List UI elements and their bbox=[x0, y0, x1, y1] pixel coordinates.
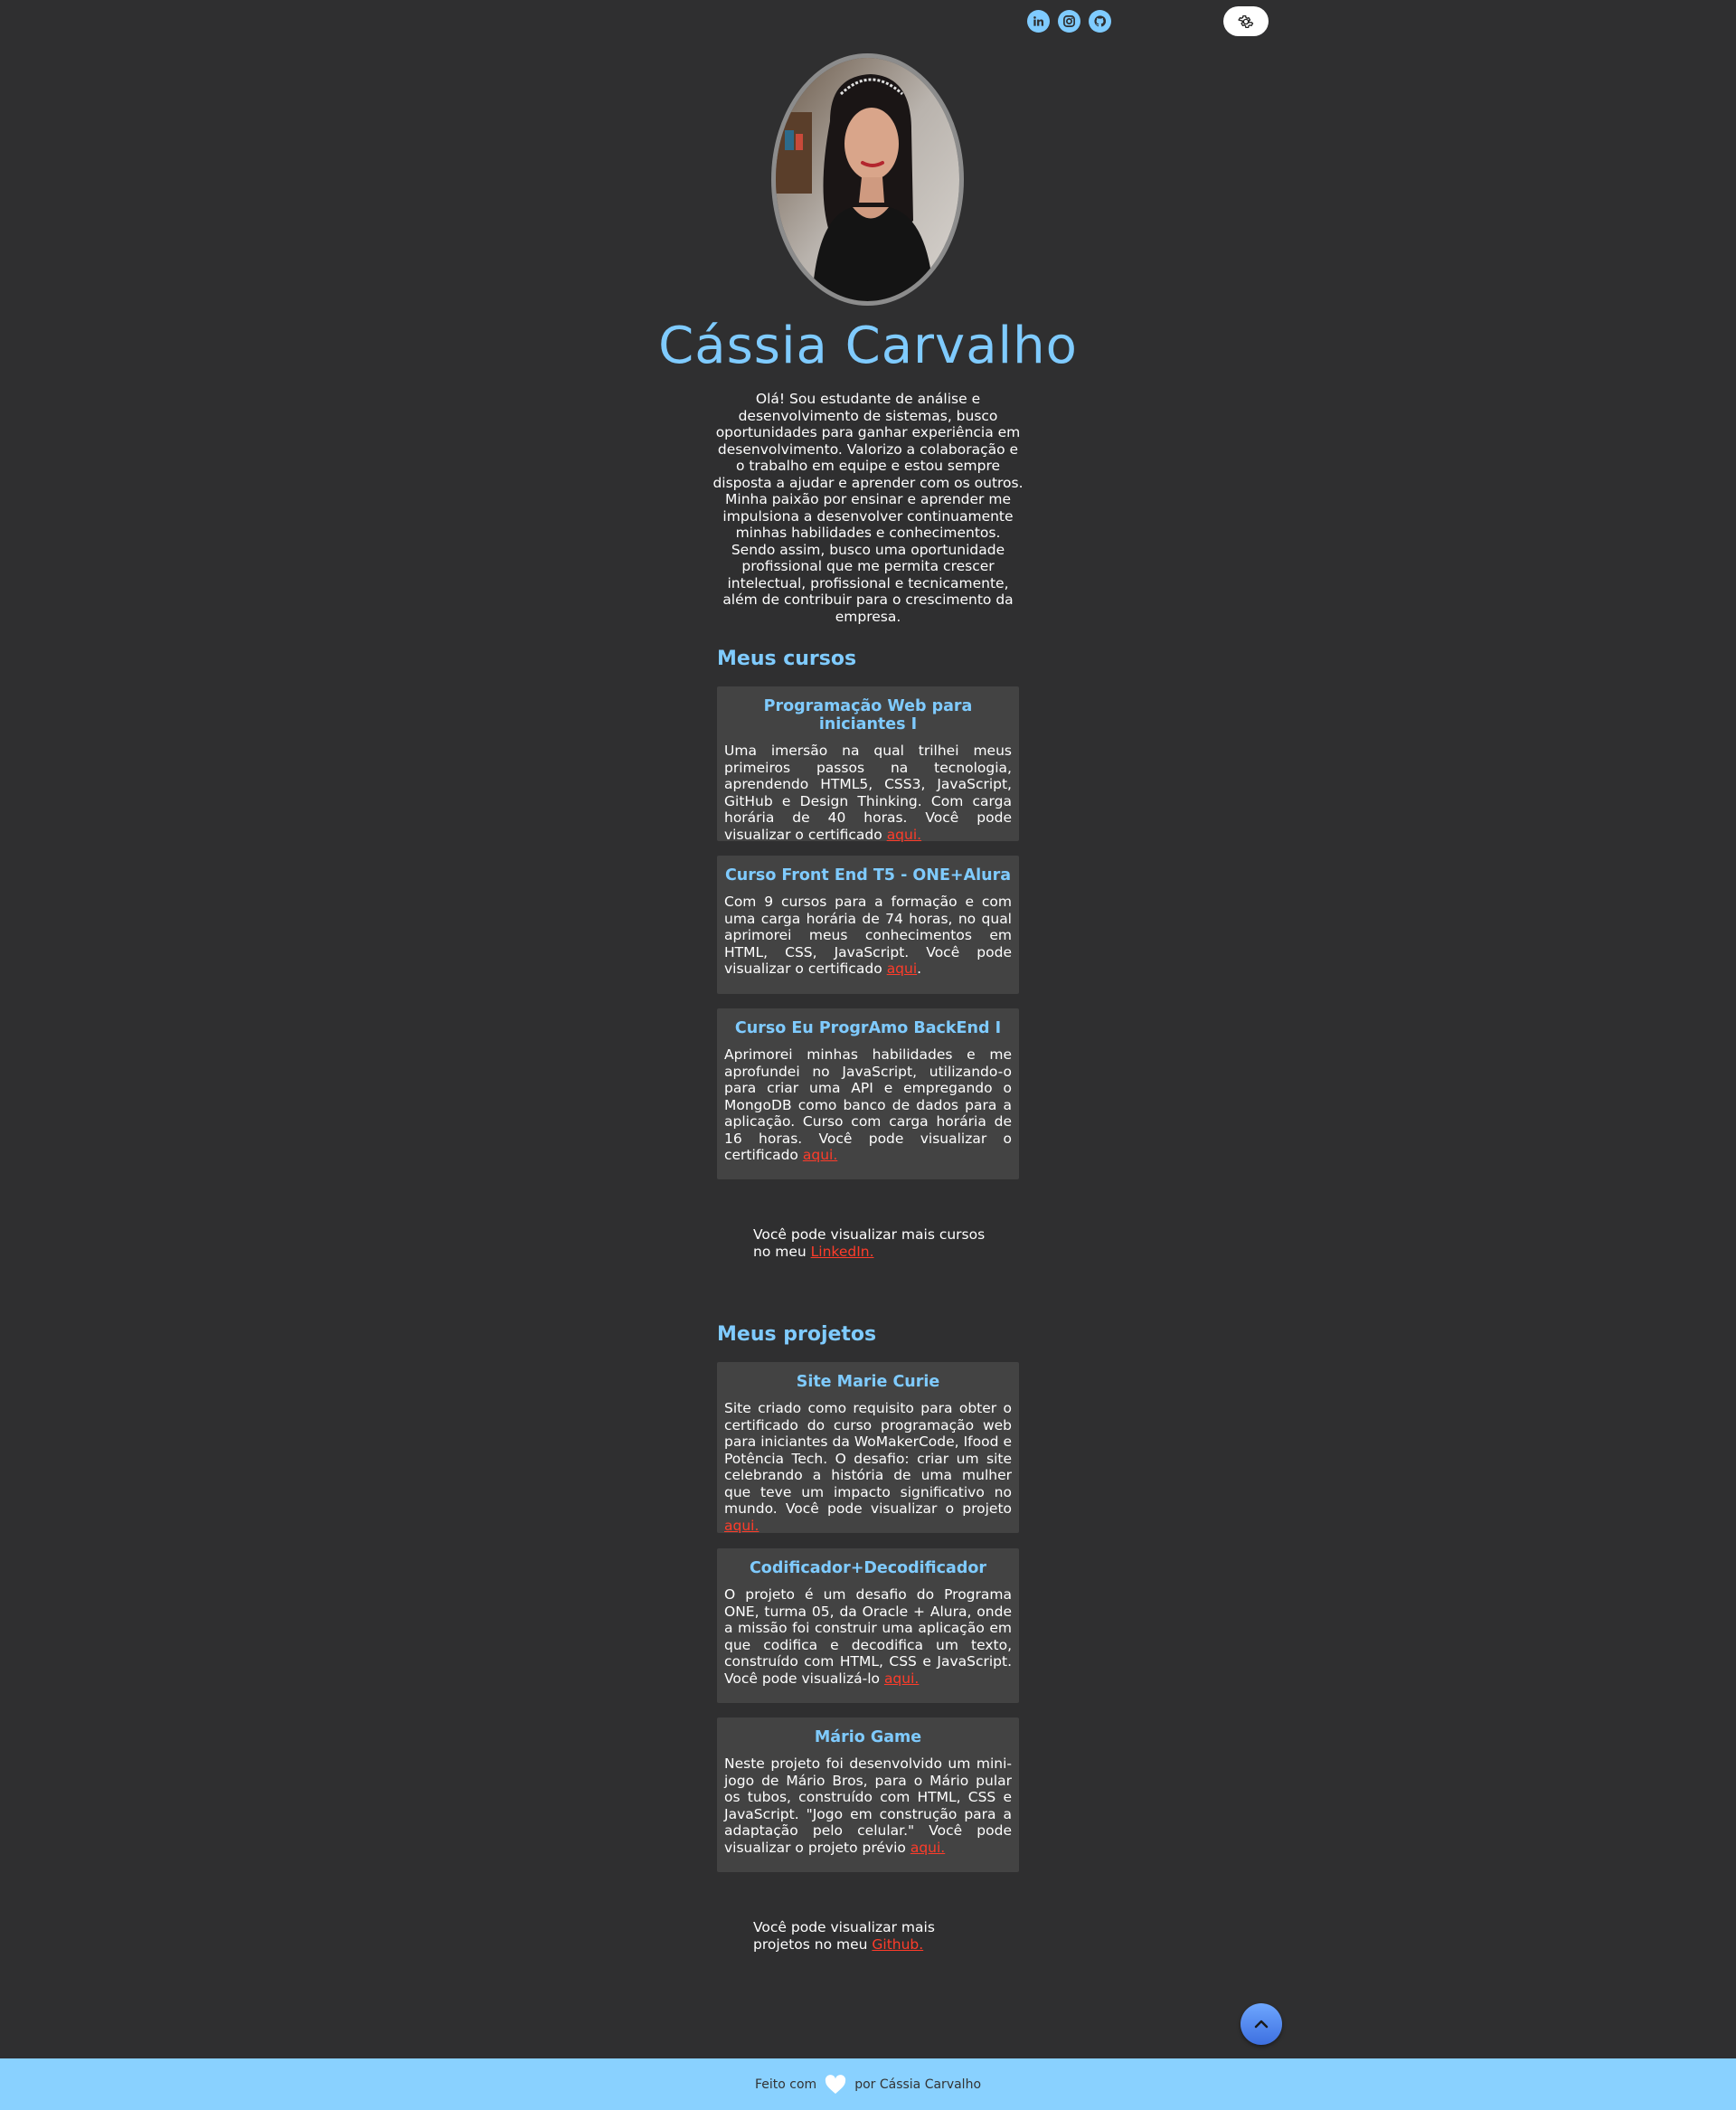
project-link[interactable]: aqui. bbox=[910, 1840, 945, 1856]
course-description: Com 9 cursos para a formação e com uma c… bbox=[724, 894, 1012, 977]
course-title: Curso Front End T5 - ONE+Alura bbox=[724, 866, 1012, 885]
course-title: Programação Web para iniciantes I bbox=[763, 697, 973, 733]
project-card: Codificador+Decodificador O projeto é um… bbox=[717, 1548, 1019, 1703]
course-description: Uma imersão na qual trilhei meus primeir… bbox=[724, 743, 1012, 843]
social-links bbox=[1027, 10, 1111, 33]
theme-toggle-button[interactable] bbox=[1223, 6, 1269, 36]
more-projects-text: Você pode visualizar mais projetos no me… bbox=[753, 1919, 935, 1953]
course-title: Curso Eu ProgrAmo BackEnd I bbox=[734, 1019, 1002, 1037]
project-description: Neste projeto foi desenvolvido um mini-j… bbox=[724, 1755, 1012, 1856]
instagram-icon[interactable] bbox=[1058, 10, 1080, 33]
project-title: Mário Game bbox=[814, 1728, 922, 1746]
more-courses-text: Você pode visualizar mais cursos no meu … bbox=[753, 1226, 986, 1260]
profile-bio: Olá! Sou estudante de análise e desenvol… bbox=[712, 391, 1024, 625]
profile-name: Cássia Carvalho bbox=[658, 317, 1078, 375]
chevron-up-icon bbox=[1254, 2020, 1269, 2029]
profile-photo bbox=[771, 53, 964, 306]
linkedin-link[interactable]: LinkedIn. bbox=[811, 1244, 874, 1260]
courses-section-title: Meus cursos bbox=[717, 648, 857, 670]
linkedin-icon[interactable] bbox=[1027, 10, 1050, 33]
github-icon[interactable] bbox=[1089, 10, 1111, 33]
course-card: Programação Web para iniciantes I Uma im… bbox=[717, 686, 1019, 843]
project-title: Site Marie Curie bbox=[796, 1373, 940, 1391]
course-description: Aprimorei minhas habilidades e me aprofu… bbox=[724, 1046, 1012, 1163]
project-title: Codificador+Decodificador bbox=[749, 1559, 987, 1577]
project-description: Site criado como requisito para obter o … bbox=[724, 1400, 1012, 1534]
course-card: Curso Front End T5 - ONE+Alura Com 9 cur… bbox=[717, 856, 1019, 994]
project-card: Mário Game Neste projeto foi desenvolvid… bbox=[717, 1717, 1019, 1872]
footer: Feito com por Cássia Carvalho bbox=[0, 2058, 1736, 2110]
gear-icon bbox=[1238, 14, 1254, 28]
heart-icon bbox=[824, 2074, 847, 2096]
project-card: Site Marie Curie Site criado como requis… bbox=[717, 1362, 1019, 1534]
project-description: O projeto é um desafio do Programa ONE, … bbox=[724, 1586, 1012, 1687]
project-link[interactable]: aqui. bbox=[884, 1670, 919, 1687]
certificate-link[interactable]: aqui. bbox=[803, 1147, 837, 1163]
course-card: Curso Eu ProgrAmo BackEnd I Aprimorei mi… bbox=[717, 1008, 1019, 1179]
project-link[interactable]: aqui. bbox=[724, 1518, 759, 1534]
certificate-link[interactable]: aqui. bbox=[887, 827, 921, 843]
footer-suffix: por Cássia Carvalho bbox=[854, 2077, 982, 2092]
github-link[interactable]: Github. bbox=[872, 1936, 923, 1953]
projects-section-title: Meus projetos bbox=[717, 1323, 877, 1346]
footer-prefix: Feito com bbox=[754, 2077, 817, 2092]
scroll-to-top-button[interactable] bbox=[1241, 2003, 1282, 2045]
certificate-link[interactable]: aqui bbox=[887, 960, 917, 977]
